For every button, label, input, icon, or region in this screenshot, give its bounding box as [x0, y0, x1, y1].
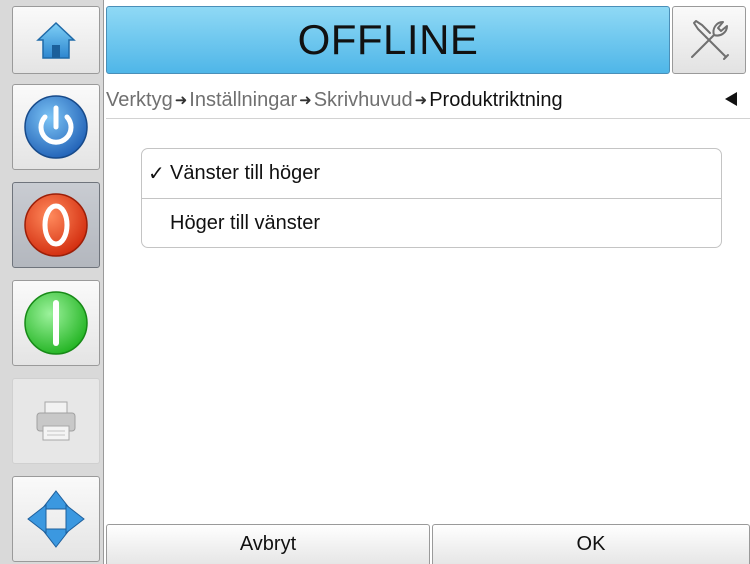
start-button[interactable] [12, 280, 100, 366]
home-button[interactable] [12, 6, 100, 74]
power-button[interactable] [12, 84, 100, 170]
navigation-arrows-icon [27, 490, 85, 548]
navigation-button[interactable] [12, 476, 100, 562]
cancel-button[interactable]: Avbryt [106, 524, 430, 564]
start-icon [24, 291, 88, 355]
stop-icon [24, 193, 88, 257]
breadcrumb-separator: ➜ [174, 92, 188, 109]
checkmark-icon: ✓ [148, 163, 165, 185]
breadcrumb: Verktyg ➜ Inställningar ➜ Skrivhuvud ➜ P… [106, 86, 563, 114]
breadcrumb-item-skrivhuvud[interactable]: Skrivhuvud [314, 89, 413, 112]
printer-screen: OFFLINE Verktyg ➜ Inställningar ➜ Skrivh… [0, 0, 750, 564]
sidebar [0, 0, 104, 564]
triangle-left-icon [725, 92, 737, 106]
print-button[interactable] [12, 378, 100, 464]
breadcrumb-item-verktyg[interactable]: Verktyg [106, 89, 173, 112]
header-divider [106, 118, 750, 119]
option-right-to-left[interactable]: Höger till vänster [142, 199, 721, 247]
breadcrumb-separator: ➜ [414, 92, 428, 109]
option-label: Höger till vänster [170, 212, 321, 234]
power-icon [24, 95, 88, 159]
breadcrumb-item-current: Produktriktning [429, 88, 563, 111]
tools-button[interactable] [672, 6, 746, 74]
option-label: Vänster till höger [170, 162, 321, 184]
breadcrumb-item-installningar[interactable]: Inställningar [189, 89, 297, 112]
wrench-screwdriver-icon [691, 20, 729, 60]
stop-button[interactable] [12, 182, 100, 268]
direction-option-list: ✓ Vänster till höger Höger till vänster [141, 148, 722, 248]
option-left-to-right[interactable]: ✓ Vänster till höger [142, 149, 721, 199]
status-bar: OFFLINE [106, 6, 670, 74]
ok-button[interactable]: OK [432, 524, 750, 564]
breadcrumb-separator: ➜ [299, 92, 312, 109]
home-icon [36, 21, 76, 59]
back-button[interactable] [720, 88, 742, 110]
printer-status: OFFLINE [297, 16, 479, 63]
printer-icon [36, 401, 76, 441]
